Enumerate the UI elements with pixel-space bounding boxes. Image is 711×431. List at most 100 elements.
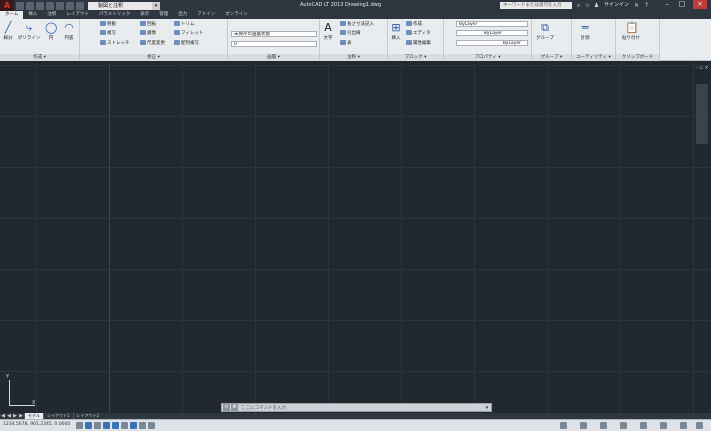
block-panel-title[interactable]: ブロック ▾ [388, 54, 443, 61]
rotate-button[interactable]: 回転 [140, 21, 156, 28]
wrench-icon[interactable]: ⚙ [231, 404, 238, 411]
help-icon[interactable]: ? [643, 2, 650, 9]
trim-icon [174, 21, 180, 26]
annotation-scale-icon[interactable] [580, 422, 587, 429]
dimension-button[interactable]: 長さ寸法記入 [340, 21, 374, 28]
layers-panel-title[interactable]: 画層 ▾ [228, 54, 319, 61]
chevron-down-icon[interactable]: ▾ [483, 405, 491, 411]
search-icon[interactable]: ⌕ [575, 2, 582, 9]
properties-panel-title[interactable]: プロパティ ▾ [444, 54, 531, 61]
navigation-bar[interactable] [696, 84, 708, 144]
clipboard-panel-title[interactable]: クリップボード [616, 54, 659, 61]
table-icon [340, 40, 346, 45]
print-icon[interactable] [56, 1, 64, 10]
arc-button[interactable]: ◠ 円弧 [62, 22, 76, 42]
groups-panel-title[interactable]: グループ ▾ [532, 54, 571, 61]
annotation-panel-title[interactable]: 注釈 ▾ [320, 54, 387, 61]
text-button[interactable]: A 文字 [321, 22, 335, 42]
close-icon[interactable]: × [223, 404, 230, 411]
close-button[interactable]: × [693, 0, 707, 9]
modify-panel-title[interactable]: 修正 ▾ [80, 54, 227, 61]
polar-icon[interactable] [103, 422, 110, 429]
qp-icon[interactable] [148, 422, 155, 429]
community-icon[interactable]: ☆ [584, 2, 591, 9]
new-icon[interactable] [16, 1, 24, 10]
tab-home[interactable]: ホーム [0, 11, 24, 19]
group-button[interactable]: ⧉ グループ [534, 22, 556, 42]
paste-icon: 📋 [625, 21, 639, 34]
tab-parametric[interactable]: パラメトリック [94, 11, 135, 19]
draw-panel-title[interactable]: 作成 ▾ [0, 54, 79, 61]
ortho-icon[interactable] [94, 422, 101, 429]
model-space-icon[interactable] [560, 422, 567, 429]
line-button[interactable]: ╱ 線分 [1, 22, 15, 42]
edit-attributes-button[interactable]: 属性編集 [406, 40, 431, 47]
tab-insert[interactable]: 挿入 [23, 11, 42, 19]
otrack-icon[interactable] [121, 422, 128, 429]
tab-output[interactable]: 出力 [173, 11, 192, 19]
hardware-accel-icon[interactable] [660, 422, 667, 429]
maximize-button[interactable]: □ [675, 0, 689, 9]
copy-button[interactable]: 複写 [100, 30, 116, 37]
paste-button[interactable]: 📋 貼り付け [618, 21, 644, 42]
trim-button[interactable]: トリム [174, 21, 195, 28]
layer-select[interactable]: 0 [231, 41, 317, 47]
tab-online[interactable]: オンライン [220, 11, 253, 19]
dyn-icon[interactable] [130, 422, 137, 429]
tab-addins[interactable]: アドイン [192, 11, 220, 19]
stretch-button[interactable]: ストレッチ [100, 40, 130, 47]
color-select[interactable]: ByLayer [456, 21, 528, 27]
user-icon[interactable]: ♟ [593, 2, 600, 9]
layer-state-select[interactable]: 未保存の画層状態 [231, 31, 317, 37]
redo-icon[interactable] [76, 1, 84, 10]
mirror-button[interactable]: 鏡像 [140, 30, 156, 37]
workspace-selector[interactable]: 製図と注釈 ▾ [88, 1, 160, 10]
search-input[interactable]: キーワードまたは語句を入力 [500, 2, 572, 9]
insert-block-button[interactable]: ⊞ 挿入 [389, 22, 403, 42]
customize-icon[interactable] [696, 422, 703, 429]
array-button[interactable]: 配列複写 [174, 40, 199, 47]
tab-manage[interactable]: 管理 [154, 11, 173, 19]
app-menu-button[interactable]: A [0, 0, 14, 11]
lock-icon[interactable] [620, 422, 627, 429]
circle-button[interactable]: ◯ 円 [44, 21, 58, 42]
scale-button[interactable]: 尺度変更 [140, 40, 165, 47]
polyline-button[interactable]: ⤷ ポリライン [17, 21, 41, 42]
snap-icon[interactable] [76, 422, 83, 429]
command-input[interactable]: ここにコマンドを入力 [238, 405, 483, 411]
tab-view[interactable]: 表示 [135, 11, 154, 19]
linetype-select[interactable]: ByLayer [456, 30, 528, 36]
viewport-controls[interactable]: - ▫ × [696, 65, 709, 71]
tab-annotate[interactable]: 注釈 [42, 11, 61, 19]
polyline-icon: ⤷ [25, 21, 33, 34]
tab-layout[interactable]: レイアウト [61, 11, 94, 19]
isolate-icon[interactable] [640, 422, 647, 429]
workspace-switch-icon[interactable] [600, 422, 607, 429]
leader-icon [340, 30, 346, 35]
circle-icon: ◯ [45, 21, 58, 34]
fillet-button[interactable]: フィレット [174, 30, 203, 37]
lineweight-select[interactable]: ByLayer [456, 40, 528, 46]
move-button[interactable]: 移動 [100, 21, 116, 28]
save-as-icon[interactable] [46, 1, 54, 10]
open-icon[interactable] [26, 1, 34, 10]
sign-in-button[interactable]: サインイン [604, 1, 629, 8]
copy-icon [100, 30, 106, 35]
osnap-icon[interactable] [112, 422, 119, 429]
clean-screen-icon[interactable] [680, 422, 687, 429]
exchange-icon[interactable]: ✕ [633, 2, 640, 9]
leader-button[interactable]: 引出線 [340, 30, 361, 37]
utilities-panel-title[interactable]: ユーティリティ ▾ [572, 54, 615, 61]
lineweight-icon[interactable] [139, 422, 146, 429]
block-editor-button[interactable]: エディタ [406, 30, 431, 37]
undo-icon[interactable] [66, 1, 74, 10]
minimize-button[interactable]: – [660, 0, 674, 9]
save-icon[interactable] [36, 1, 44, 10]
ucs-icon: Y X [6, 374, 36, 408]
table-button[interactable]: 表 [340, 40, 352, 47]
utilities-panel: ═ 計測 ユーティリティ ▾ [572, 19, 616, 61]
measure-button[interactable]: ═ 計測 [576, 22, 594, 42]
drawing-area[interactable] [0, 63, 711, 415]
grid-icon[interactable] [85, 422, 92, 429]
create-block-button[interactable]: 作成 [406, 21, 422, 28]
